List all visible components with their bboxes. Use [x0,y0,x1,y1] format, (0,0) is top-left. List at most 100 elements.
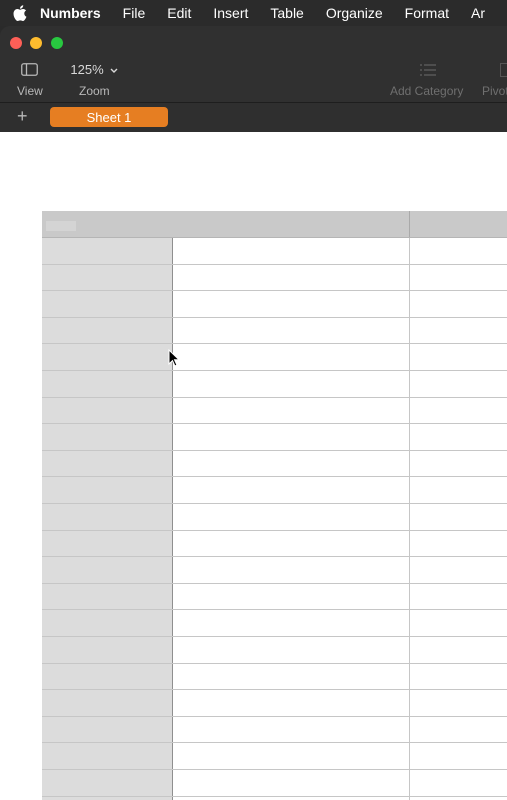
category-list-icon[interactable] [420,63,436,81]
row-header-cell[interactable] [42,344,172,370]
view-label: View [17,84,43,98]
pivot-table-button[interactable]: Pivot [482,84,507,98]
row-header-cell[interactable] [42,717,172,743]
table-name-placeholder [46,221,76,231]
table-cell[interactable] [410,717,507,743]
table-cell[interactable] [173,610,409,636]
table-cell[interactable] [173,664,409,690]
row-header-cell[interactable] [42,398,172,424]
menu-edit[interactable]: Edit [167,5,191,21]
table-cell[interactable] [173,637,409,663]
table-cell[interactable] [173,557,409,583]
table-row [42,504,507,531]
table-cell[interactable] [173,424,409,450]
table-cell[interactable] [173,238,409,264]
menu-app-name[interactable]: Numbers [40,5,101,21]
apple-icon[interactable] [13,5,32,21]
table-cell[interactable] [410,504,507,530]
table-cell[interactable] [410,531,507,557]
row-header-cell[interactable] [42,238,172,264]
zoom-label: Zoom [79,84,110,98]
table-cell[interactable] [410,637,507,663]
row-header-cell[interactable] [42,424,172,450]
table-cell[interactable] [410,584,507,610]
table-cell[interactable] [173,717,409,743]
table-cell[interactable] [173,743,409,769]
table-cell[interactable] [410,743,507,769]
menu-format[interactable]: Format [405,5,449,21]
row-header-cell[interactable] [42,743,172,769]
table-cell[interactable] [410,371,507,397]
table-cell[interactable] [410,344,507,370]
maximize-window-button[interactable] [51,37,63,49]
pivot-table-icon[interactable] [500,63,507,77]
table-cell[interactable] [173,398,409,424]
table-cell[interactable] [173,690,409,716]
table-cell[interactable] [410,451,507,477]
table-cell[interactable] [410,770,507,796]
row-header-cell[interactable] [42,371,172,397]
row-header-cell[interactable] [42,557,172,583]
table-row [42,584,507,611]
sheet-tab-label: Sheet 1 [86,109,132,125]
row-header-cell[interactable] [42,690,172,716]
sidebar-toggle-icon[interactable] [21,63,38,81]
table-cell[interactable] [410,265,507,291]
zoom-menu-button[interactable]: 125% [62,58,126,80]
column-divider [409,211,410,237]
column-header-row[interactable] [42,211,507,238]
table-row [42,477,507,504]
table-cell[interactable] [410,610,507,636]
table-cell[interactable] [173,531,409,557]
table-cell[interactable] [410,477,507,503]
menu-arrange[interactable]: Ar [471,5,485,21]
row-header-cell[interactable] [42,664,172,690]
table-row [42,531,507,558]
close-window-button[interactable] [10,37,22,49]
table-row [42,344,507,371]
table-cell[interactable] [410,318,507,344]
menu-organize[interactable]: Organize [326,5,383,21]
row-header-cell[interactable] [42,318,172,344]
sheet-tab-sheet-1[interactable]: Sheet 1 [50,107,168,127]
table-cell[interactable] [173,504,409,530]
table-cell[interactable] [173,477,409,503]
menu-insert[interactable]: Insert [213,5,248,21]
table-row [42,557,507,584]
menu-file[interactable]: File [123,5,146,21]
row-header-cell[interactable] [42,610,172,636]
add-sheet-button[interactable]: + [17,106,28,126]
table-cell[interactable] [173,451,409,477]
row-header-cell[interactable] [42,451,172,477]
table-cell[interactable] [410,664,507,690]
table-cell[interactable] [173,584,409,610]
table-cell[interactable] [410,398,507,424]
table-cell[interactable] [410,424,507,450]
table-cell[interactable] [173,291,409,317]
table-row [42,291,507,318]
row-header-cell[interactable] [42,531,172,557]
table-cell[interactable] [173,371,409,397]
row-header-cell[interactable] [42,770,172,796]
table-cell[interactable] [173,344,409,370]
add-category-button[interactable]: Add Category [390,84,463,98]
table-cell[interactable] [410,291,507,317]
table-cell[interactable] [410,690,507,716]
table-cell[interactable] [410,557,507,583]
row-header-cell[interactable] [42,637,172,663]
table-cell[interactable] [173,265,409,291]
table-cell[interactable] [173,318,409,344]
table-row [42,743,507,770]
table-cell[interactable] [173,770,409,796]
row-header-cell[interactable] [42,584,172,610]
row-header-cell[interactable] [42,504,172,530]
table-cell[interactable] [410,238,507,264]
table-row [42,265,507,292]
row-header-cell[interactable] [42,477,172,503]
mouse-pointer-icon [168,348,181,372]
row-header-cell[interactable] [42,291,172,317]
spreadsheet-table [42,211,507,800]
menu-table[interactable]: Table [270,5,303,21]
minimize-window-button[interactable] [30,37,42,49]
row-header-cell[interactable] [42,265,172,291]
